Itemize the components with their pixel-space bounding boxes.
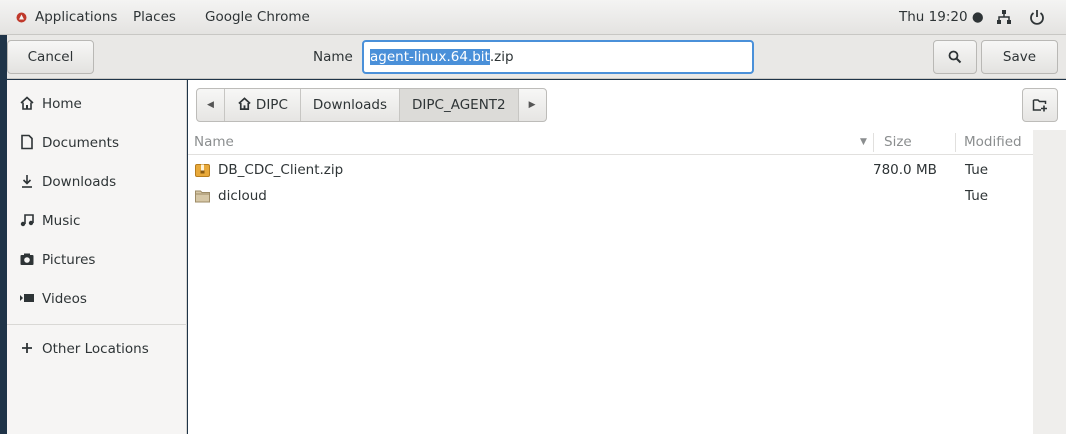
file-name: DB_CDC_Client.zip (218, 162, 344, 178)
gnome-top-bar: Applications Places Google Chrome Thu 19… (0, 0, 1066, 35)
file-name: dicloud (218, 188, 267, 204)
file-browser: ◀ DIPC Downloads DIPC_AGENT2 ▶ Name ▼ Si… (188, 80, 1066, 434)
sort-descending-icon: ▼ (860, 137, 867, 147)
sidebar-item-label: Pictures (42, 252, 96, 268)
sidebar-item-label: Music (42, 213, 81, 229)
breadcrumb-dipc-agent2[interactable]: DIPC_AGENT2 (400, 89, 519, 121)
filename-input[interactable]: agent-linux.64.bit.zip (362, 40, 754, 74)
camera-icon (20, 253, 34, 265)
clock[interactable]: Thu 19:20 ● (899, 0, 984, 35)
download-icon (22, 175, 32, 188)
sidebar-item-label: Documents (42, 135, 119, 151)
filename-extension: .zip (489, 49, 514, 65)
sidebar-item-label: Home (42, 96, 82, 112)
new-folder-icon (1032, 99, 1047, 112)
places-menu[interactable]: Places (133, 0, 176, 35)
plus-icon (22, 343, 32, 353)
new-folder-button[interactable] (1022, 88, 1058, 122)
power-icon[interactable] (1029, 9, 1045, 25)
sidebar-item-label: Videos (42, 291, 87, 307)
file-row[interactable]: DB_CDC_Client.zip 780.0 MB Tue (188, 159, 1033, 181)
column-name[interactable]: Name (194, 130, 234, 155)
breadcrumb-downloads[interactable]: Downloads (301, 89, 401, 121)
breadcrumb: ◀ DIPC Downloads DIPC_AGENT2 ▶ (196, 88, 547, 122)
sidebar-item-downloads[interactable]: Downloads (7, 163, 187, 201)
sidebar-item-music[interactable]: Music (7, 202, 187, 240)
path-bar: ◀ DIPC Downloads DIPC_AGENT2 ▶ (188, 80, 1066, 129)
search-button[interactable] (933, 40, 977, 74)
sidebar-item-documents[interactable]: Documents (7, 124, 187, 162)
name-label: Name (313, 49, 353, 65)
music-icon (20, 214, 34, 227)
search-icon (948, 50, 962, 64)
breadcrumb-forward-button[interactable]: ▶ (519, 89, 546, 121)
home-icon (238, 97, 251, 110)
archive-icon (195, 164, 210, 177)
cancel-button[interactable]: Cancel (7, 40, 94, 74)
document-icon (21, 134, 33, 150)
sidebar-item-pictures[interactable]: Pictures (7, 241, 187, 279)
file-row[interactable]: dicloud Tue (188, 185, 1033, 207)
folder-icon (195, 190, 210, 203)
home-icon (20, 96, 34, 110)
filename-selected-text: agent-linux.64.bit (370, 49, 490, 65)
sidebar-item-label: Downloads (42, 174, 117, 190)
file-modified: Tue (965, 188, 989, 204)
applications-menu[interactable]: Applications (35, 0, 117, 35)
file-modified: Tue (965, 162, 989, 178)
column-header: Name ▼ Size Modified (188, 130, 1066, 155)
file-size: 780.0 MB (873, 162, 937, 178)
places-sidebar: Home Documents Downloads Music Pictures … (7, 80, 187, 434)
sidebar-item-other-locations[interactable]: Other Locations (7, 330, 187, 368)
scrollbar-gutter[interactable] (1033, 130, 1066, 434)
dialog-header: Cancel Name agent-linux.64.bit.zip Save (7, 35, 1066, 79)
column-separator (873, 133, 874, 152)
save-button[interactable]: Save (981, 40, 1058, 74)
breadcrumb-dipc[interactable]: DIPC (225, 89, 301, 121)
column-modified[interactable]: Modified (964, 130, 1022, 155)
breadcrumb-back-button[interactable]: ◀ (197, 89, 225, 121)
column-separator (955, 133, 956, 152)
sidebar-item-label: Other Locations (42, 341, 149, 357)
sidebar-item-videos[interactable]: Videos (7, 280, 187, 318)
applications-icon (16, 12, 27, 23)
active-app-menu[interactable]: Google Chrome (205, 0, 310, 35)
breadcrumb-label: DIPC (255, 97, 288, 113)
network-icon[interactable] (996, 9, 1012, 25)
sidebar-divider (7, 324, 187, 325)
video-icon (20, 294, 34, 302)
column-size[interactable]: Size (884, 130, 912, 155)
sidebar-item-home[interactable]: Home (7, 85, 187, 123)
